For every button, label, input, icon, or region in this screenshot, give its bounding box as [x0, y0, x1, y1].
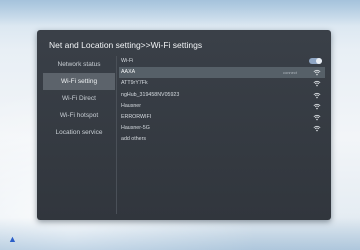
sidebar-item-network-status[interactable]: Network status: [43, 56, 115, 73]
sidebar: Network status Wi-Fi setting Wi-Fi Direc…: [43, 56, 115, 141]
network-name: ERRORWIFI: [121, 113, 152, 120]
wifi-icon: [313, 92, 321, 98]
network-row[interactable]: ATT9rY7Fk: [119, 78, 325, 89]
bottom-shading: [0, 218, 360, 250]
network-row[interactable]: ERRORWIFI: [119, 112, 325, 123]
sidebar-item-wifi-setting[interactable]: Wi-Fi setting: [43, 73, 115, 90]
wifi-icon: [313, 70, 321, 76]
wifi-icon: [313, 126, 321, 132]
network-name: ngHub_319458NV05923: [121, 91, 180, 98]
wifi-list: Wi-Fi AAXA connect ATT9rY7Fk ngHub_31945…: [119, 56, 325, 146]
sidebar-item-wifi-hotspot[interactable]: Wi-Fi hotspot: [43, 107, 115, 124]
sidebar-item-wifi-direct[interactable]: Wi-Fi Direct: [43, 90, 115, 107]
sidebar-item-location-service[interactable]: Location service: [43, 124, 115, 141]
add-others-label: add others: [121, 136, 147, 143]
network-name: ATT9rY7Fk: [121, 80, 148, 87]
wifi-icon: [313, 103, 321, 110]
toggle-knob: [316, 58, 322, 64]
network-row[interactable]: Hausner-5G: [119, 123, 325, 134]
top-shading: [0, 0, 360, 26]
network-row[interactable]: Hausner: [119, 101, 325, 112]
settings-panel: Net and Location setting>>Wi-Fi settings…: [37, 30, 331, 220]
network-status: connect: [282, 70, 297, 76]
network-name: AAXA: [121, 69, 136, 76]
network-name: Hausner-5G: [121, 125, 150, 132]
wifi-icon: [313, 114, 321, 121]
add-others-row[interactable]: add others: [119, 134, 325, 145]
divider: [116, 56, 117, 214]
wifi-toggle-row[interactable]: Wi-Fi: [119, 56, 325, 67]
network-name: Hausner: [121, 102, 142, 109]
arrow-up-icon: ▲: [8, 234, 17, 244]
network-row[interactable]: ngHub_319458NV05923: [119, 90, 325, 101]
wifi-icon: [313, 81, 321, 87]
wifi-toggle-switch[interactable]: [309, 58, 322, 64]
wifi-toggle-label: Wi-Fi: [121, 58, 134, 64]
page-title: Net and Location setting>>Wi-Fi settings: [49, 40, 203, 50]
network-row[interactable]: AAXA connect: [119, 67, 325, 79]
